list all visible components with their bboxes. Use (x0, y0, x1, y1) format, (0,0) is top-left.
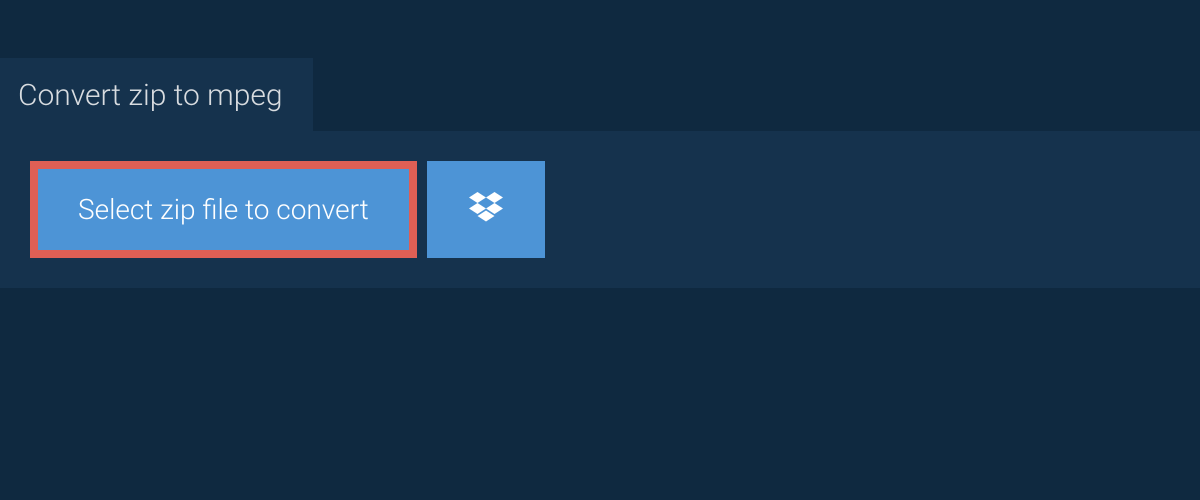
dropbox-icon (469, 192, 503, 227)
dropbox-button[interactable] (427, 161, 545, 258)
select-file-label: Select zip file to convert (78, 193, 369, 226)
page-title: Convert zip to mpeg (18, 78, 283, 113)
content-panel: Select zip file to convert (0, 131, 1200, 288)
button-row: Select zip file to convert (30, 161, 1170, 258)
tab-header: Convert zip to mpeg (0, 58, 313, 131)
select-file-button[interactable]: Select zip file to convert (30, 161, 417, 258)
